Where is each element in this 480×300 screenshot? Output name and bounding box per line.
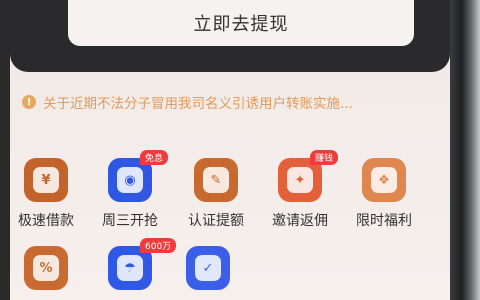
gift-box-icon: ✦ 赚钱: [278, 150, 339, 202]
feature-grid: ¥ 极速借款 ◉ 免息 周三开抢 ✎ 认证提额 ✦ 赚钱 邀请返佣 ❖ 限时福利…: [0, 150, 450, 300]
notice-bar[interactable]: ! 关于近期不法分子冒用我司名义引诱用户转账实施...: [22, 86, 427, 118]
feature-item-limited-welfare[interactable]: ❖ 限时福利: [346, 158, 422, 230]
feature-label: 限时福利: [356, 213, 412, 229]
feature-label: 邀请返佣: [272, 213, 328, 229]
withdraw-now-button[interactable]: 立即去提现: [68, 0, 414, 46]
feature-item-percent[interactable]: %: [8, 246, 84, 290]
gift-icon: ◉ 免息: [108, 150, 169, 202]
pencil-bag-icon: ✎: [194, 158, 238, 202]
notice-text: 关于近期不法分子冒用我司名义引诱用户转账实施...: [43, 96, 353, 112]
phone-frame-right: [450, 0, 480, 300]
warning-icon: !: [22, 95, 36, 109]
feature-item-insurance[interactable]: ☂ 600万: [92, 238, 177, 290]
umbrella-icon: ☂ 600万: [108, 238, 177, 290]
feature-label: 极速借款: [18, 213, 74, 229]
feature-item-fast-loan[interactable]: ¥ 极速借款: [8, 158, 84, 230]
money-bag-icon: ¥: [24, 158, 68, 202]
feature-item-invite-rebate[interactable]: ✦ 赚钱 邀请返佣: [262, 150, 339, 230]
calendar-check-icon: ✓: [186, 246, 230, 290]
free-interest-badge: 免息: [140, 150, 169, 165]
earn-money-badge: 赚钱: [310, 150, 339, 165]
gift-bag-icon: ❖: [362, 158, 406, 202]
percent-icon: %: [24, 246, 68, 290]
withdraw-card: 立即去提现: [10, 0, 450, 72]
feature-item-checkin[interactable]: ✓: [170, 246, 246, 290]
feature-label: 认证提额: [188, 213, 244, 229]
feature-item-verify-limit[interactable]: ✎ 认证提额: [178, 158, 254, 230]
feature-label: 周三开抢: [102, 213, 158, 229]
feature-item-wednesday-grab[interactable]: ◉ 免息 周三开抢: [92, 150, 169, 230]
